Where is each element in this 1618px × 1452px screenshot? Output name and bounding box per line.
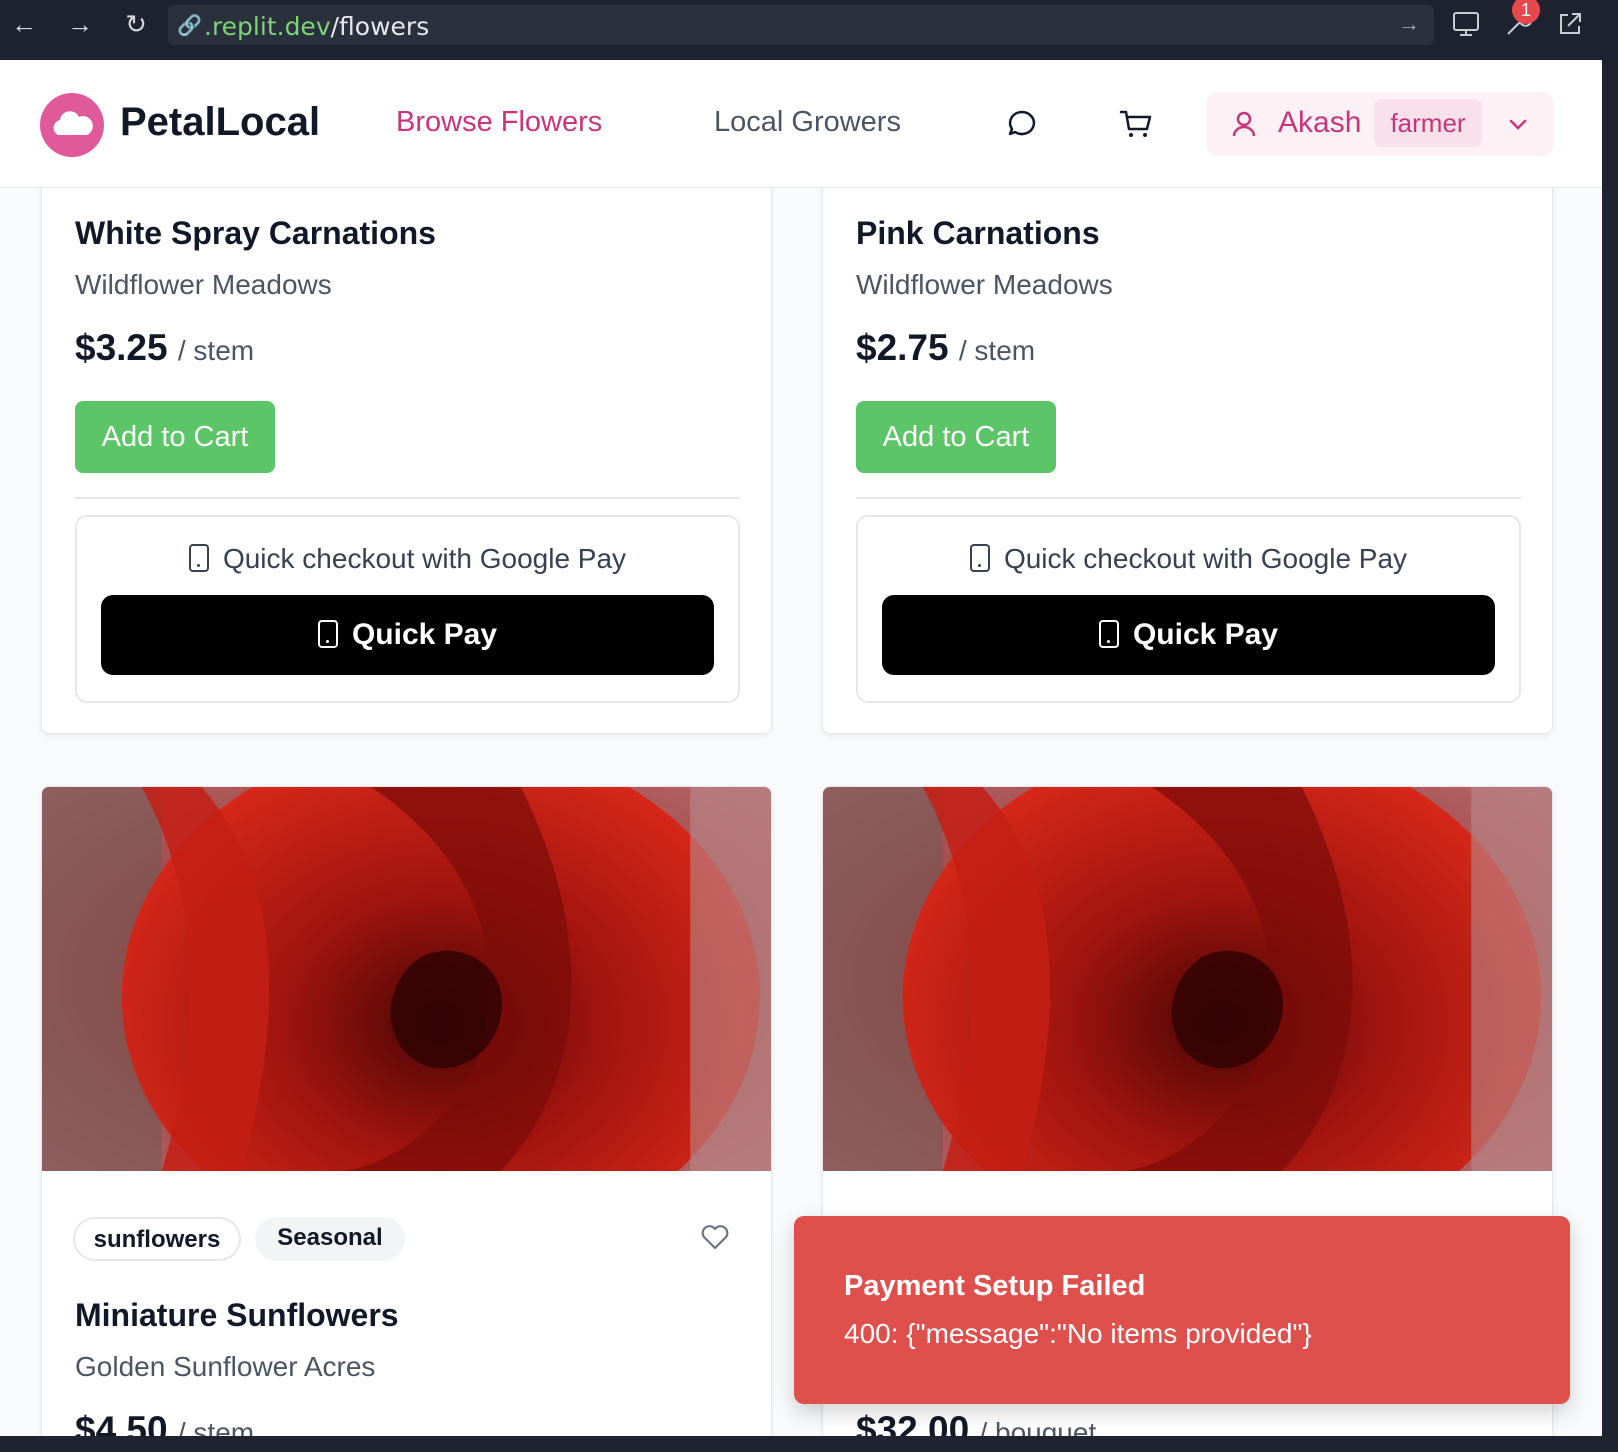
role-badge: farmer <box>1374 99 1482 147</box>
grower-name[interactable]: Wildflower Meadows <box>75 269 332 301</box>
grower-name[interactable]: Golden Sunflower Acres <box>75 1351 375 1383</box>
window-edge <box>1602 60 1618 1452</box>
product-image[interactable] <box>823 787 1552 1171</box>
nav-browse-flowers[interactable]: Browse Flowers <box>396 106 602 139</box>
price-unit: / stem <box>177 335 255 366</box>
back-arrow-icon[interactable]: ← <box>8 8 40 40</box>
product-card: White Spray Carnations Wildflower Meadow… <box>41 150 772 734</box>
product-image[interactable] <box>42 787 771 1171</box>
address-bar[interactable]: 🔗 .replit.dev/flowers → <box>168 5 1434 45</box>
toast-title: Payment Setup Failed <box>844 1270 1146 1302</box>
product-title[interactable]: Miniature Sunflowers <box>75 1297 399 1334</box>
product-title[interactable]: Pink Carnations <box>856 215 1100 252</box>
season-tag[interactable]: Seasonal <box>255 1217 405 1261</box>
add-to-cart-button[interactable]: Add to Cart <box>75 401 275 473</box>
nav-local-growers[interactable]: Local Growers <box>714 106 901 139</box>
reload-icon[interactable]: ↻ <box>120 8 152 40</box>
category-tag[interactable]: sunflowers <box>73 1217 241 1261</box>
add-to-cart-button[interactable]: Add to Cart <box>856 401 1056 473</box>
google-pay-section: Quick checkout with Google Pay Quick Pay <box>856 515 1521 703</box>
product-card: Pink Carnations Wildflower Meadows $2.75… <box>822 150 1553 734</box>
smartphone-icon <box>188 544 209 572</box>
logo[interactable] <box>40 93 104 157</box>
link-icon: 🔗 <box>177 15 202 37</box>
divider <box>856 497 1521 499</box>
notification-badge: 1 <box>1512 0 1540 24</box>
quick-pay-button[interactable]: Quick Pay <box>101 595 714 675</box>
smartphone-icon <box>317 620 338 648</box>
quick-pay-button[interactable]: Quick Pay <box>882 595 1495 675</box>
url-text: .replit.dev/flowers <box>204 12 430 41</box>
error-toast[interactable]: Payment Setup Failed 400: {"message":"No… <box>794 1216 1570 1404</box>
window-bottom-edge <box>0 1436 1618 1452</box>
smartphone-icon <box>969 544 990 572</box>
price: $2.75 / stem <box>856 327 1036 368</box>
gpay-label: Quick checkout with Google Pay <box>858 543 1519 575</box>
app-header: PetalLocal Browse Flowers Local Growers … <box>0 60 1602 188</box>
smartphone-icon <box>1098 620 1119 648</box>
cart-icon[interactable] <box>1118 106 1154 142</box>
google-pay-section: Quick checkout with Google Pay Quick Pay <box>75 515 740 703</box>
user-icon <box>1232 111 1256 137</box>
price-unit: / stem <box>958 335 1036 366</box>
toast-message: 400: {"message":"No items provided"} <box>844 1318 1312 1349</box>
price: $3.25 / stem <box>75 327 255 368</box>
go-arrow-icon[interactable]: → <box>1398 11 1420 37</box>
product-title[interactable]: White Spray Carnations <box>75 215 436 252</box>
grower-name[interactable]: Wildflower Meadows <box>856 269 1113 301</box>
divider <box>75 497 740 499</box>
user-menu[interactable]: Akash farmer <box>1206 92 1554 156</box>
browser-toolbar: ← → ↻ 🔗 .replit.dev/flowers → 1 <box>0 0 1618 60</box>
cloud-flower-icon <box>53 111 93 135</box>
external-link-icon[interactable] <box>1554 8 1586 40</box>
product-card: sunflowers Seasonal Miniature Sunflowers… <box>41 786 772 1452</box>
brand-name[interactable]: PetalLocal <box>120 100 320 145</box>
heart-icon[interactable] <box>699 1221 731 1253</box>
chevron-down-icon[interactable] <box>1506 112 1530 136</box>
forward-arrow-icon[interactable]: → <box>64 8 96 40</box>
monitor-icon[interactable] <box>1450 8 1482 40</box>
user-name: Akash <box>1278 106 1362 139</box>
chat-icon[interactable] <box>1004 106 1040 142</box>
gpay-label: Quick checkout with Google Pay <box>77 543 738 575</box>
